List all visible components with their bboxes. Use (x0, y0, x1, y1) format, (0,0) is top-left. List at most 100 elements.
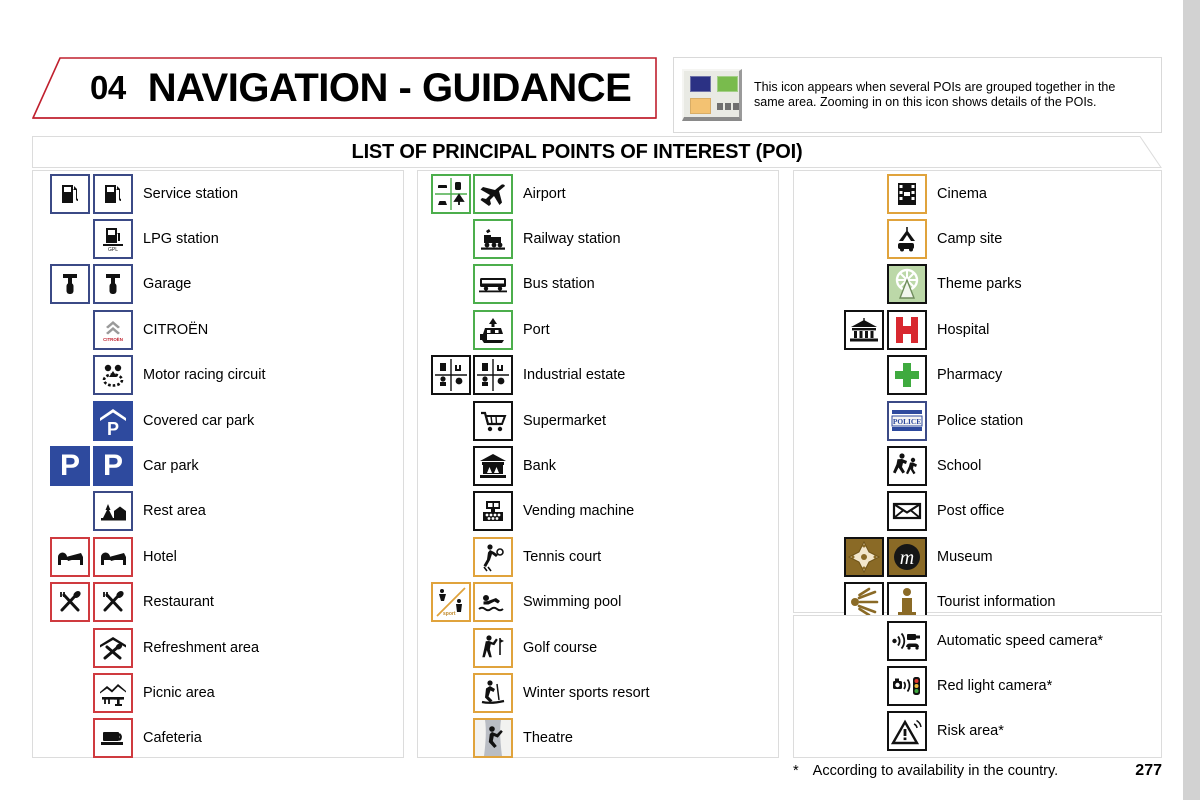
children-crossing-icon (887, 446, 927, 487)
industry-grid-icon (431, 355, 471, 396)
poi-label: Hotel (143, 548, 177, 565)
poi-label: LPG station (143, 231, 219, 248)
poi-row-automatic-speed-camera: Automatic speed camera* (794, 618, 1161, 663)
poi-label: Swimming pool (523, 594, 622, 611)
poi-row-car-park: P P Car park (33, 443, 403, 488)
poi-list-2: Airport Railway station Bus station Port (418, 171, 778, 759)
poi-row-garage: Garage (33, 262, 403, 307)
poi-label: Rest area (143, 503, 206, 520)
poi-row-covered-car-park: P Covered car park (33, 398, 403, 443)
rest-area-icon (93, 491, 133, 532)
poi-label: Supermarket (523, 412, 607, 429)
poi-row-airport: Airport (418, 171, 778, 216)
parking-icon: P (93, 446, 133, 487)
section-title: LIST OF PRINCIPAL POINTS OF INTEREST (PO… (351, 140, 803, 163)
poi-row-hotel: Hotel (33, 534, 403, 579)
poi-row-tennis-court: Tennis court (418, 534, 778, 579)
citroen-logo-icon: CITROËN (93, 309, 133, 350)
cutlery-icon (93, 582, 133, 623)
sport-group-icon: sport (431, 582, 471, 623)
poi-row-rest-area: Rest area (33, 489, 403, 534)
envelope-icon (887, 491, 927, 532)
chapter-banner: 04 NAVIGATION - GUIDANCE (32, 57, 657, 119)
poi-row-restaurant: Restaurant (33, 580, 403, 625)
grouped-poi-blue-square (690, 76, 711, 92)
poi-label: Automatic speed camera* (937, 632, 1104, 649)
poi-row-service-station: Service station (33, 171, 403, 216)
poi-row-cafeteria: Cafeteria (33, 716, 403, 761)
poi-row-picnic-area: Picnic area (33, 670, 403, 715)
covered-parking-icon: P (93, 400, 133, 441)
poi-row-lpg-station: GPL LPG station (33, 216, 403, 261)
compass-rose-icon (844, 536, 884, 577)
poi-label: Red light camera* (937, 678, 1053, 695)
bus-icon (473, 264, 513, 305)
spanner-icon (93, 264, 133, 305)
bed-icon (93, 536, 133, 577)
page-right-gray-band (1183, 0, 1200, 800)
grouped-poi-orange-square (690, 98, 711, 114)
poi-list-3b: Automatic speed camera* Red light camera… (794, 616, 1161, 757)
poi-row-theatre: Theatre (418, 716, 778, 761)
svg-text:m: m (900, 547, 914, 569)
poi-label: Theme parks (937, 276, 1022, 293)
poi-label: Airport (523, 185, 566, 202)
footnote: * According to availability in the count… (793, 763, 1162, 779)
svg-text:CITROËN: CITROËN (103, 337, 123, 342)
poi-label: Port (523, 321, 550, 338)
poi-list-1: Service station GPL LPG station Garage C… (33, 171, 403, 759)
poi-row-hospital: Hospital (794, 307, 1161, 352)
poi-label: Hospital (937, 321, 990, 338)
fuel-pump-icon (93, 173, 133, 214)
poi-row-supermarket: Supermarket (418, 398, 778, 443)
museum-m-icon: m (887, 536, 927, 577)
poi-label: Refreshment area (143, 639, 260, 656)
poi-label: School (937, 458, 982, 475)
fuel-pump-icon (50, 173, 90, 214)
svg-text:POLICE: POLICE (893, 417, 921, 426)
poi-row-citroen: CITROËN CITROËN (33, 307, 403, 352)
poi-label: Motor racing circuit (143, 367, 266, 384)
poi-label: Police station (937, 412, 1024, 429)
poi-row-red-light-camera: Red light camera* (794, 663, 1161, 708)
poi-row-golf-course: Golf course (418, 625, 778, 670)
film-reel-icon (887, 173, 927, 214)
police-sign-icon: POLICE (887, 400, 927, 441)
grouped-poi-green-square (717, 76, 738, 92)
hospital-h-icon (887, 309, 927, 350)
page-right-white-margin (1168, 0, 1183, 800)
shopping-trolley-icon (473, 400, 513, 441)
theatre-icon (473, 718, 513, 759)
red-light-camera-icon (887, 666, 927, 707)
poi-label: Covered car park (143, 412, 255, 429)
page-header: 04 NAVIGATION - GUIDANCE This icon appea… (32, 57, 1162, 133)
poi-label: Pharmacy (937, 367, 1003, 384)
refreshment-icon (93, 627, 133, 668)
chapter-heading: 04 NAVIGATION - GUIDANCE (90, 57, 632, 119)
temple-icon (844, 309, 884, 350)
poi-label: Cinema (937, 185, 987, 202)
grouped-poi-dot (733, 103, 739, 110)
info-callout: This icon appears when several POIs are … (673, 57, 1162, 133)
poi-label: Picnic area (143, 685, 215, 702)
poi-row-camp-site: Camp site (794, 216, 1161, 261)
vending-machine-icon (473, 491, 513, 532)
footnote-asterisk: * (793, 763, 799, 779)
poi-column-3b: Automatic speed camera* Red light camera… (793, 615, 1162, 758)
poi-label: Bus station (523, 276, 595, 293)
swimmer-icon (473, 582, 513, 623)
poi-column-2: Airport Railway station Bus station Port (417, 170, 779, 759)
golfer-icon (473, 627, 513, 668)
poi-label: Museum (937, 548, 993, 565)
poi-label: Cafeteria (143, 730, 202, 747)
picnic-table-icon (93, 673, 133, 714)
ship-icon (473, 309, 513, 350)
chapter-number: 04 (90, 69, 126, 106)
poi-label: Garage (143, 276, 192, 293)
poi-list-3: Cinema Camp site Theme parks Hospital Ph… (794, 171, 1161, 623)
ferris-wheel-icon (887, 264, 927, 305)
tent-caravan-icon (887, 219, 927, 260)
poi-label: Car park (143, 458, 199, 475)
poi-row-police-station: POLICE Police station (794, 398, 1161, 443)
poi-label: Winter sports resort (523, 685, 650, 702)
